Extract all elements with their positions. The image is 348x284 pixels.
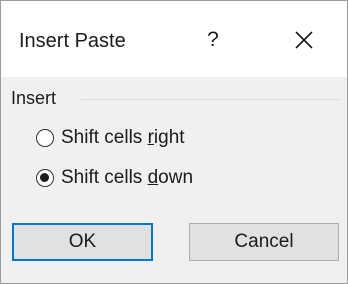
dialog-body: Insert Shift cells right Shift cells dow… xyxy=(1,77,347,283)
shift-cells-down-option[interactable]: Shift cells down xyxy=(36,165,193,191)
shift-cells-down-label[interactable]: Shift cells down xyxy=(61,166,193,190)
group-divider xyxy=(81,99,339,100)
cancel-button[interactable]: Cancel xyxy=(189,223,339,261)
help-button[interactable]: ? xyxy=(198,23,228,57)
shift-cells-down-radio[interactable] xyxy=(36,169,54,187)
insert-group-label: Insert xyxy=(11,88,61,108)
shift-cells-right-option[interactable]: Shift cells right xyxy=(36,125,185,151)
dialog-title: Insert Paste xyxy=(19,30,126,52)
title-bar: Insert Paste ? xyxy=(1,1,347,77)
radio-selected-dot xyxy=(40,173,49,182)
insert-paste-dialog: Insert Paste ? Insert Shift cells right … xyxy=(0,0,348,284)
close-button[interactable] xyxy=(287,23,321,57)
close-icon xyxy=(295,31,313,49)
shift-cells-right-radio[interactable] xyxy=(36,129,54,147)
ok-button[interactable]: OK xyxy=(12,223,153,261)
shift-cells-right-label[interactable]: Shift cells right xyxy=(61,126,185,150)
